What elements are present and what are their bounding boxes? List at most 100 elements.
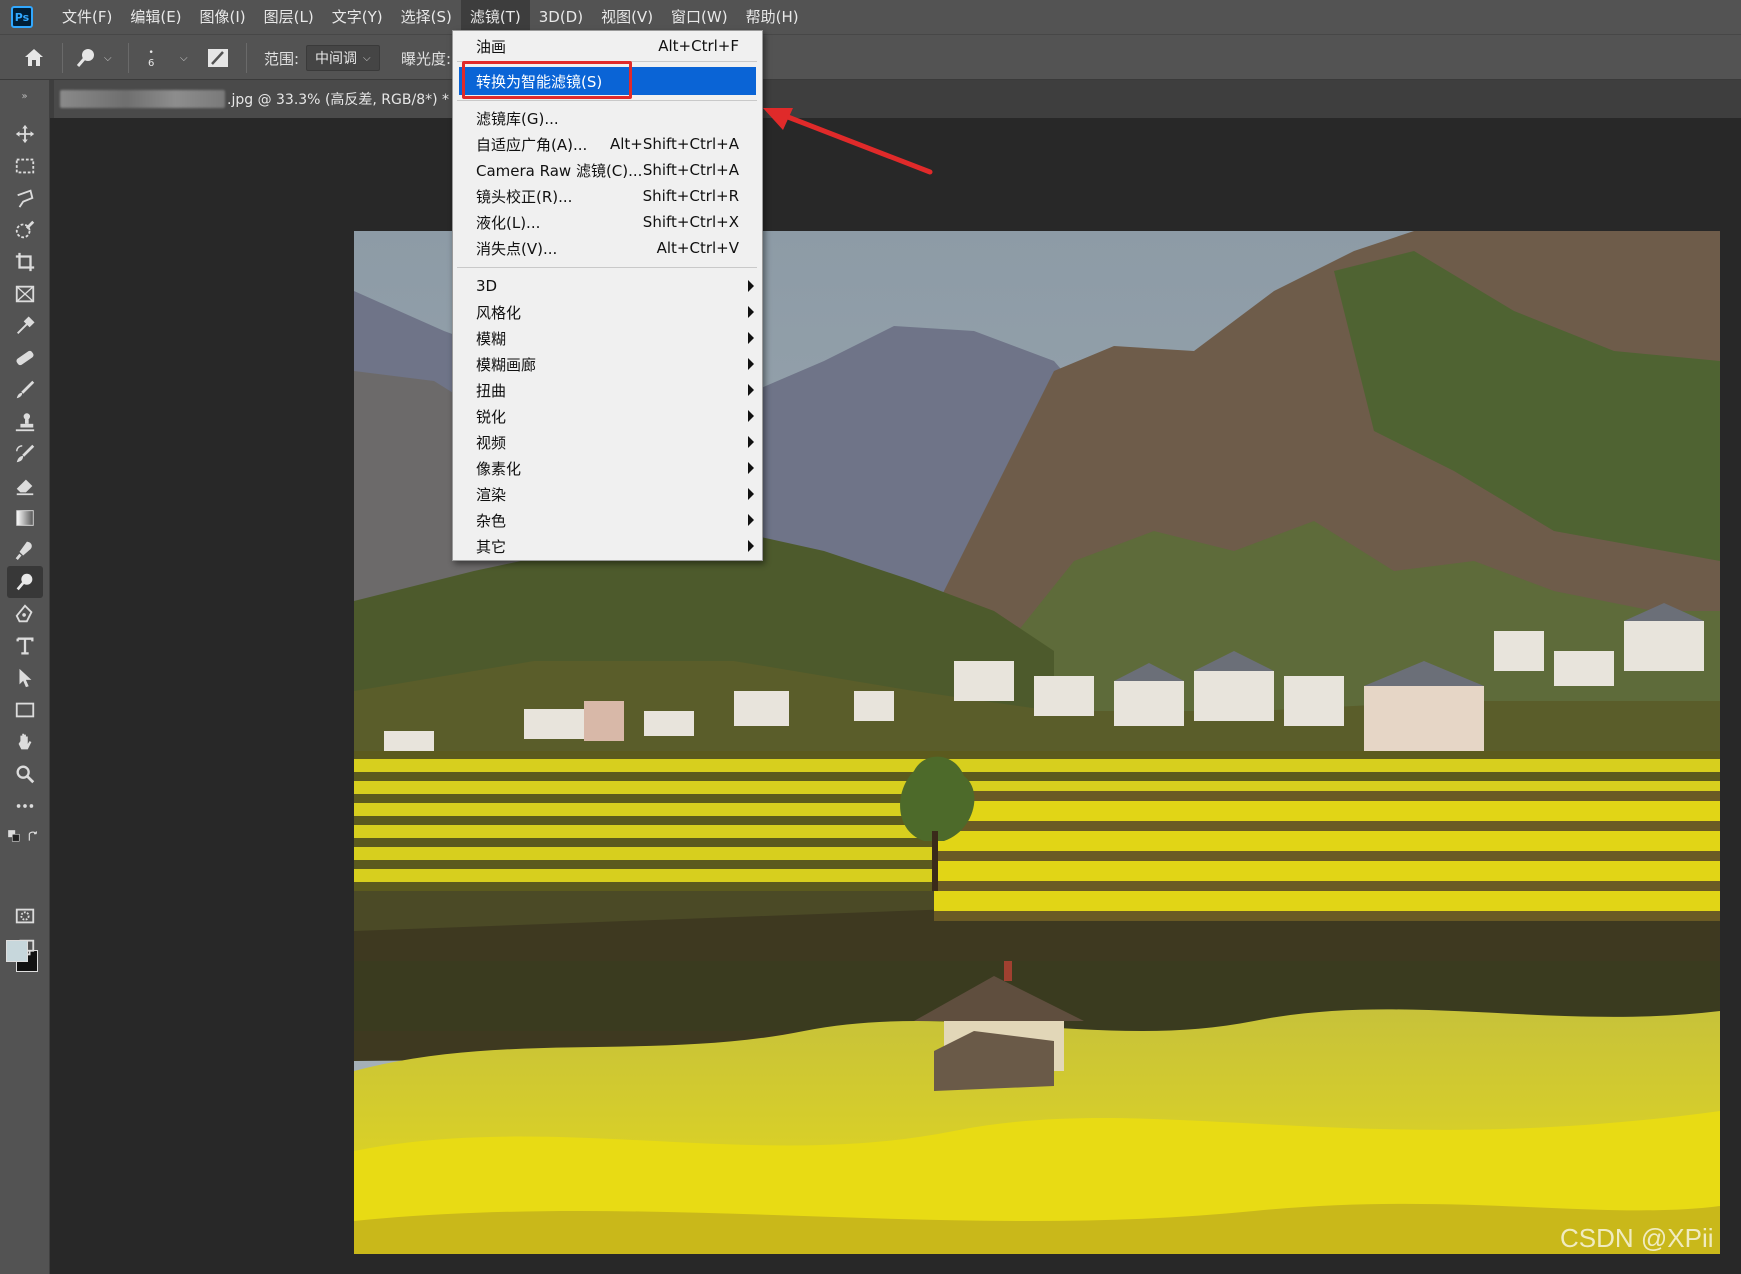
lasso-icon (17, 189, 34, 208)
stamp-icon (15, 413, 35, 432)
menu-select[interactable]: 选择(S) (392, 0, 461, 34)
clone-stamp-tool[interactable] (7, 406, 43, 438)
menu-item-label: 镜头校正(R)... (476, 187, 573, 206)
quick-select-tool[interactable] (7, 214, 43, 246)
eraser-icon (16, 479, 34, 496)
tool-preset-picker[interactable]: ⌵ (74, 35, 112, 81)
brush-icon (16, 380, 35, 399)
menu-type[interactable]: 文字(Y) (323, 0, 392, 34)
filter-menu-item[interactable]: Camera Raw 滤镜(C)... Shift+Ctrl+A (453, 157, 762, 183)
history-brush-icon (16, 444, 35, 463)
lasso-tool[interactable] (7, 182, 43, 214)
menu-view[interactable]: 视图(V) (592, 0, 662, 34)
filter-submenu-item[interactable]: 像素化 (453, 455, 762, 481)
filter-menu-item[interactable]: 消失点(V)... Alt+Ctrl+V (453, 235, 762, 261)
submenu-arrow-icon (748, 280, 754, 292)
type-icon (16, 637, 34, 655)
eyedropper-icon (17, 316, 35, 334)
filter-menu-item[interactable]: 液化(L)... Shift+Ctrl+X (453, 209, 762, 235)
filter-submenu-item[interactable]: 锐化 (453, 403, 762, 429)
exposure-label-wrap: 曝光度: (401, 35, 451, 81)
brush-tool[interactable] (7, 374, 43, 406)
submenu-arrow-icon (748, 410, 754, 422)
marquee-icon (15, 158, 35, 174)
chevron-down-icon: ⌵ (180, 52, 188, 64)
brush-picker[interactable]: • 6 (148, 35, 154, 81)
submenu-arrow-icon (748, 306, 754, 318)
gradient-icon (16, 510, 34, 526)
move-tool[interactable] (7, 118, 43, 150)
filter-menu-item[interactable]: 滤镜库(G)... (453, 105, 762, 131)
filter-submenu-item[interactable]: 视频 (453, 429, 762, 455)
range-value: 中间调 (315, 51, 357, 67)
menu-filter[interactable]: 滤镜(T) (460, 0, 530, 34)
filter-submenu-item[interactable]: 其它 (453, 533, 762, 559)
quick-mask-button[interactable] (7, 900, 43, 932)
pen-icon (15, 604, 33, 623)
filter-submenu-item[interactable]: 扭曲 (453, 377, 762, 403)
home-button[interactable] (22, 35, 46, 81)
watermark: CSDN @XPii (1560, 1223, 1714, 1253)
brush-settings-button[interactable] (206, 35, 230, 81)
submenu-arrow-icon (748, 514, 754, 526)
hand-tool[interactable] (7, 726, 43, 758)
filter-submenu-item[interactable]: 模糊画廊 (453, 351, 762, 377)
filter-submenu-item[interactable]: 渲染 (453, 481, 762, 507)
gradient-tool[interactable] (7, 502, 43, 534)
range-select[interactable]: 中间调 ⌵ (306, 45, 380, 71)
menu-file[interactable]: 文件(F) (53, 0, 121, 34)
filter-menu-item[interactable]: 油画 Alt+Ctrl+F (453, 33, 762, 59)
menu-image[interactable]: 图像(I) (191, 0, 255, 34)
menu-item-label: 模糊 (476, 329, 507, 348)
panel-collapse-icon[interactable]: » (0, 80, 49, 102)
type-tool[interactable] (7, 630, 43, 662)
menu-item-label: 自适应广角(A)... (476, 135, 588, 154)
menu-item-label: 风格化 (476, 303, 522, 322)
swap-colors-button[interactable] (24, 826, 44, 846)
eyedropper-tool[interactable] (7, 310, 43, 342)
default-colors-button[interactable] (4, 826, 24, 846)
filter-submenu-item[interactable]: 模糊 (453, 325, 762, 351)
rectangle-tool[interactable] (7, 694, 43, 726)
menu-item-label: 杂色 (476, 511, 507, 530)
history-brush-tool[interactable] (7, 438, 43, 470)
submenu-arrow-icon (748, 488, 754, 500)
menu-window[interactable]: 窗口(W) (662, 0, 737, 34)
menu-layer[interactable]: 图层(L) (255, 0, 323, 34)
zoom-icon (16, 765, 35, 784)
home-icon (25, 49, 43, 66)
filter-submenu-item[interactable]: 杂色 (453, 507, 762, 533)
filter-submenu-item[interactable]: 3D (453, 273, 762, 299)
smudge-tool[interactable] (7, 534, 43, 566)
frame-tool[interactable] (7, 278, 43, 310)
crop-tool[interactable] (7, 246, 43, 278)
submenu-arrow-icon (748, 540, 754, 552)
pen-tool[interactable] (7, 598, 43, 630)
range-label-wrap: 范围: (264, 35, 299, 81)
menu-3d[interactable]: 3D(D) (530, 0, 592, 34)
menu-item-label: 视频 (476, 433, 507, 452)
menu-edit[interactable]: 编辑(E) (121, 0, 190, 34)
marquee-tool[interactable] (7, 150, 43, 182)
move-icon (15, 124, 35, 144)
brush-picker-dropdown[interactable]: ⌵ (174, 35, 188, 81)
menu-item-shortcut: Alt+Shift+Ctrl+A (609, 135, 739, 153)
dodge-tool[interactable] (7, 566, 43, 598)
zoom-tool[interactable] (7, 758, 43, 790)
dodge-icon (16, 573, 33, 591)
menubar: Ps 文件(F) 编辑(E) 图像(I) 图层(L) 文字(Y) 选择(S) 滤… (0, 0, 1741, 34)
healing-brush-tool[interactable] (7, 342, 43, 374)
foreground-color-swatch[interactable] (6, 940, 28, 962)
eraser-tool[interactable] (7, 470, 43, 502)
document-tab[interactable]: .jpg @ 33.3% (高反差, RGB/8*) * (54, 80, 474, 118)
more-tools[interactable] (7, 790, 43, 822)
filter-menu-item[interactable]: 镜头校正(R)... Shift+Ctrl+R (453, 183, 762, 209)
path-select-tool[interactable] (7, 662, 43, 694)
quick-mask-icon (15, 908, 35, 924)
menu-help[interactable]: 帮助(H) (737, 0, 808, 34)
crop-icon (15, 252, 35, 272)
range-select-wrap: 中间调 ⌵ (306, 35, 380, 81)
app-logo: Ps (11, 6, 33, 28)
filter-menu-item[interactable]: 自适应广角(A)... Alt+Shift+Ctrl+A (453, 131, 762, 157)
filter-submenu-item[interactable]: 风格化 (453, 299, 762, 325)
